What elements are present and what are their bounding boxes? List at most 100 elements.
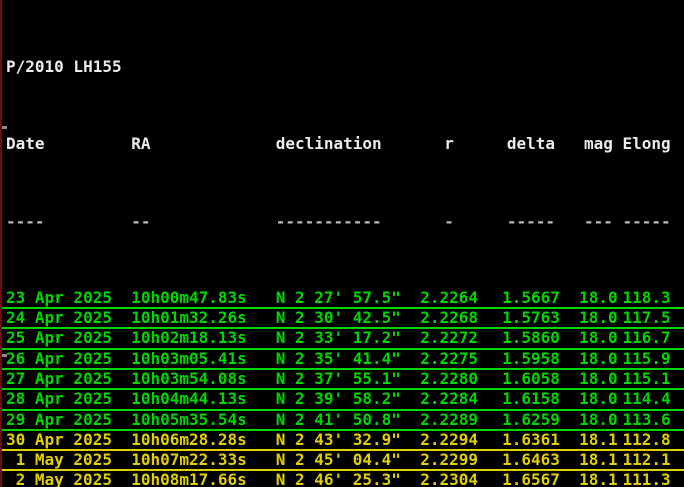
ephemeris-row: 25 Apr 2025 10h02m18.13s N 2 33' 17.2" 2…	[2, 328, 684, 350]
r-cell: 2.2268	[420, 308, 478, 328]
ephemeris-row: 28 Apr 2025 10h04m44.13s N 2 39' 58.2" 2…	[2, 389, 684, 411]
mag-cell: 18.0	[579, 368, 618, 388]
header-ra: RA	[131, 134, 151, 154]
r-cell: 2.2275	[420, 348, 478, 368]
header-elong: Elong	[622, 134, 671, 154]
header-delta: delta	[506, 134, 556, 154]
header-declination: declination	[275, 134, 382, 154]
dash-ra: --	[131, 211, 151, 231]
mag-cell: 18.0	[579, 348, 618, 368]
delta-cell: 1.6158	[502, 389, 560, 409]
mag-cell: 18.1	[579, 429, 618, 449]
declination-cell: N 2 43' 32.9"	[275, 429, 401, 449]
header-date: Date	[6, 134, 45, 154]
delta-cell: 1.5667	[502, 287, 560, 307]
declination-cell: N 2 33' 17.2"	[275, 328, 401, 348]
mag-cell: 18.0	[579, 328, 618, 348]
elong-cell: 115.1	[622, 368, 671, 388]
mag-cell: 18.0	[579, 409, 618, 429]
date-cell: 30 Apr 2025	[6, 429, 112, 449]
ra-cell: 10h03m05.41s	[131, 348, 247, 368]
r-cell: 2.2299	[420, 450, 478, 470]
date-cell: 1 May 2025	[15, 450, 112, 470]
mag-cell: 18.1	[579, 450, 618, 470]
object-title: P/2010 LH155	[2, 57, 684, 77]
date-cell: 2 May 2025	[15, 470, 112, 487]
dash-mag: ---	[583, 211, 613, 231]
ra-cell: 10h03m54.08s	[131, 368, 247, 388]
date-cell: 24 Apr 2025	[6, 308, 112, 328]
ra-cell: 10h08m17.66s	[131, 470, 247, 487]
declination-cell: N 2 35' 41.4"	[275, 348, 401, 368]
mag-cell: 18.0	[579, 389, 618, 409]
date-cell: 29 Apr 2025	[6, 409, 112, 429]
dash-delta: -----	[506, 211, 556, 231]
delta-cell: 1.6361	[502, 429, 560, 449]
r-cell: 2.2280	[420, 368, 478, 388]
delta-cell: 1.6259	[502, 409, 560, 429]
ra-cell: 10h04m44.13s	[131, 389, 247, 409]
left-edge-tick	[2, 354, 7, 357]
declination-cell: N 2 39' 58.2"	[275, 389, 401, 409]
dash-declination: -----------	[275, 211, 382, 231]
declination-cell: N 2 37' 55.1"	[275, 368, 401, 388]
declination-cell: N 2 30' 42.5"	[275, 308, 401, 328]
delta-cell: 1.6058	[502, 368, 560, 388]
ra-cell: 10h06m28.28s	[131, 429, 247, 449]
elong-cell: 112.8	[622, 429, 671, 449]
elong-cell: 113.6	[622, 409, 671, 429]
ra-cell: 10h02m18.13s	[131, 328, 247, 348]
date-cell: 26 Apr 2025	[6, 348, 112, 368]
elong-cell: 114.4	[622, 389, 671, 409]
delta-cell: 1.5763	[502, 308, 560, 328]
elong-cell: 115.9	[622, 348, 671, 368]
elong-cell: 118.3	[622, 287, 671, 307]
ephemeris-row: 27 Apr 2025 10h03m54.08s N 2 37' 55.1" 2…	[2, 368, 684, 391]
elong-cell: 117.5	[622, 308, 671, 328]
date-cell: 25 Apr 2025	[6, 328, 112, 348]
delta-cell: 1.6463	[502, 450, 560, 470]
r-cell: 2.2289	[420, 409, 478, 429]
elong-cell: 111.3	[622, 470, 671, 487]
date-cell: 23 Apr 2025	[6, 287, 112, 307]
date-cell: 27 Apr 2025	[6, 368, 112, 388]
r-cell: 2.2304	[420, 470, 478, 487]
ra-cell: 10h05m35.54s	[131, 409, 247, 429]
left-edge-tick	[2, 126, 7, 129]
r-cell: 2.2272	[420, 328, 478, 348]
ephemeris-row: 1 May 2025 10h07m22.33s N 2 45' 04.4" 2.…	[2, 450, 684, 472]
ephemeris-row: 2 May 2025 10h08m17.66s N 2 46' 25.3" 2.…	[2, 471, 684, 487]
declination-cell: N 2 45' 04.4"	[275, 450, 401, 470]
dash-date: ----	[6, 211, 45, 231]
table-dash-row: ---- -- ----------- - ----- --- -----	[2, 212, 684, 232]
declination-cell: N 2 27' 57.5"	[275, 287, 401, 307]
ephemeris-row: 24 Apr 2025 10h01m32.26s N 2 30' 42.5" 2…	[2, 308, 684, 330]
date-cell: 28 Apr 2025	[6, 389, 112, 409]
ephemeris-row: 29 Apr 2025 10h05m35.54s N 2 41' 50.8" 2…	[2, 409, 684, 431]
ephemeris-row: 26 Apr 2025 10h03m05.41s N 2 35' 41.4" 2…	[2, 348, 684, 370]
r-cell: 2.2294	[420, 429, 478, 449]
elong-cell: 116.7	[622, 328, 671, 348]
dash-elong: -----	[622, 211, 671, 231]
dash-r: -	[444, 211, 454, 231]
object-name-text: P/2010 LH155	[6, 57, 122, 76]
ephemeris-terminal: P/2010 LH155 Date RA declination r delta…	[0, 0, 684, 487]
r-cell: 2.2284	[420, 389, 478, 409]
ephemeris-row: 30 Apr 2025 10h06m28.28s N 2 43' 32.9" 2…	[2, 429, 684, 452]
elong-cell: 112.1	[622, 450, 671, 470]
declination-cell: N 2 41' 50.8"	[275, 409, 401, 429]
delta-cell: 1.6567	[502, 470, 560, 487]
r-cell: 2.2264	[420, 287, 478, 307]
header-r: r	[444, 134, 454, 154]
table-rows: 23 Apr 2025 10h00m47.83s N 2 27' 57.5" 2…	[2, 289, 684, 487]
mag-cell: 18.0	[579, 287, 618, 307]
ra-cell: 10h07m22.33s	[131, 450, 247, 470]
mag-cell: 18.1	[579, 470, 618, 487]
declination-cell: N 2 46' 25.3"	[275, 470, 401, 487]
delta-cell: 1.5860	[502, 328, 560, 348]
ephemeris-row: 23 Apr 2025 10h00m47.83s N 2 27' 57.5" 2…	[2, 287, 684, 310]
delta-cell: 1.5958	[502, 348, 560, 368]
table-header-row: Date RA declination r delta mag Elong	[2, 134, 684, 154]
header-mag: mag	[583, 134, 613, 154]
ra-cell: 10h01m32.26s	[131, 308, 247, 328]
